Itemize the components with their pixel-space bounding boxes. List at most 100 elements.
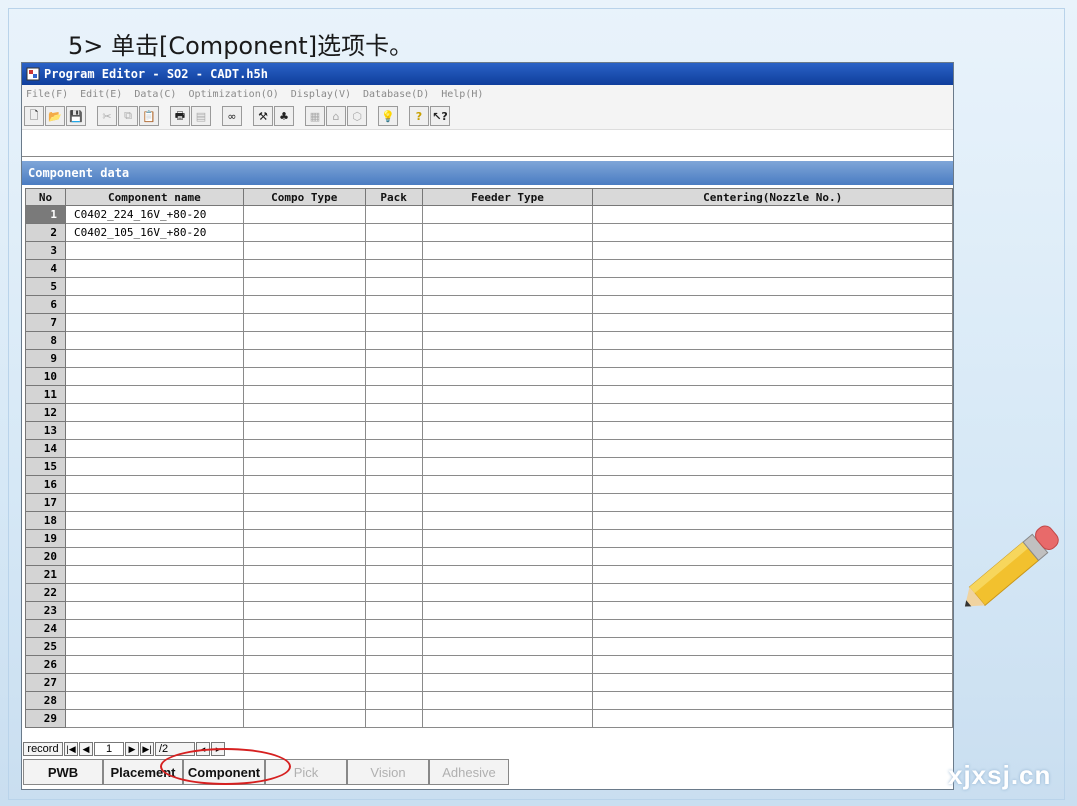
tab-vision[interactable]: Vision	[347, 759, 429, 785]
cell-pack[interactable]	[364, 349, 423, 368]
cell-centering[interactable]	[592, 205, 953, 224]
cell-feeder-type[interactable]	[421, 241, 594, 260]
table-row[interactable]: 29	[25, 709, 953, 728]
cell-compo-type[interactable]	[242, 493, 366, 512]
print-icon[interactable]: 🖶	[170, 106, 190, 126]
cell-feeder-type[interactable]	[421, 367, 594, 386]
table-row[interactable]: 12	[25, 403, 953, 422]
cell-compo-type[interactable]	[242, 205, 366, 224]
cell-centering[interactable]	[592, 331, 953, 350]
cell-component-name[interactable]	[64, 259, 244, 278]
cell-feeder-type[interactable]	[421, 601, 594, 620]
cell-feeder-type[interactable]	[421, 583, 594, 602]
row-number[interactable]: 14	[25, 439, 66, 458]
cell-feeder-type[interactable]	[421, 493, 594, 512]
cell-compo-type[interactable]	[242, 367, 366, 386]
cell-component-name[interactable]: C0402_105_16V_+80-20	[64, 223, 244, 242]
open-folder-icon[interactable]: 📂	[45, 106, 65, 126]
cell-compo-type[interactable]	[242, 385, 366, 404]
cell-pack[interactable]	[364, 691, 423, 710]
cell-compo-type[interactable]	[242, 277, 366, 296]
cell-compo-type[interactable]	[242, 565, 366, 584]
table-row[interactable]: 5	[25, 277, 953, 296]
cell-compo-type[interactable]	[242, 691, 366, 710]
row-number[interactable]: 17	[25, 493, 66, 512]
row-number[interactable]: 28	[25, 691, 66, 710]
table-row[interactable]: 16	[25, 475, 953, 494]
row-number[interactable]: 9	[25, 349, 66, 368]
cell-compo-type[interactable]	[242, 529, 366, 548]
table-row[interactable]: 11	[25, 385, 953, 404]
cell-feeder-type[interactable]	[421, 529, 594, 548]
cell-compo-type[interactable]	[242, 583, 366, 602]
copy-icon[interactable]: ⧉	[118, 106, 138, 126]
cell-feeder-type[interactable]	[421, 457, 594, 476]
cell-centering[interactable]	[592, 547, 953, 566]
tab-adhesive[interactable]: Adhesive	[429, 759, 509, 785]
cell-pack[interactable]	[364, 565, 423, 584]
table-row[interactable]: 28	[25, 691, 953, 710]
row-number[interactable]: 24	[25, 619, 66, 638]
cell-centering[interactable]	[592, 367, 953, 386]
teach-icon[interactable]: ♣	[274, 106, 294, 126]
cell-component-name[interactable]	[64, 583, 244, 602]
row-number[interactable]: 3	[25, 241, 66, 260]
row-number[interactable]: 26	[25, 655, 66, 674]
row-number[interactable]: 27	[25, 673, 66, 692]
cell-centering[interactable]	[592, 385, 953, 404]
cell-pack[interactable]	[364, 655, 423, 674]
cell-compo-type[interactable]	[242, 421, 366, 440]
menu-display[interactable]: Display(V)	[291, 89, 351, 100]
table-row[interactable]: 26	[25, 655, 953, 674]
cell-pack[interactable]	[364, 241, 423, 260]
table-row[interactable]: 23	[25, 601, 953, 620]
cell-compo-type[interactable]	[242, 313, 366, 332]
cell-pack[interactable]	[364, 439, 423, 458]
table-row[interactable]: 10	[25, 367, 953, 386]
cell-pack[interactable]	[364, 385, 423, 404]
cell-component-name[interactable]	[64, 241, 244, 260]
cell-centering[interactable]	[592, 493, 953, 512]
cell-component-name[interactable]	[64, 277, 244, 296]
record-number-field[interactable]: 1	[94, 742, 124, 756]
box-icon[interactable]: ⬡	[347, 106, 367, 126]
row-number[interactable]: 15	[25, 457, 66, 476]
cut-icon[interactable]: ✂	[97, 106, 117, 126]
cell-component-name[interactable]	[64, 637, 244, 656]
cell-component-name[interactable]	[64, 673, 244, 692]
cell-component-name[interactable]	[64, 331, 244, 350]
cell-centering[interactable]	[592, 349, 953, 368]
cell-pack[interactable]	[364, 529, 423, 548]
context-help-icon[interactable]: ↖?	[430, 106, 450, 126]
cell-pack[interactable]	[364, 331, 423, 350]
cell-compo-type[interactable]	[242, 511, 366, 530]
cell-pack[interactable]	[364, 709, 423, 728]
next-record-icon[interactable]: ▶	[125, 742, 139, 756]
cell-component-name[interactable]	[64, 565, 244, 584]
row-number[interactable]: 1	[25, 205, 66, 224]
table-row[interactable]: 27	[25, 673, 953, 692]
cell-feeder-type[interactable]	[421, 475, 594, 494]
cell-compo-type[interactable]	[242, 709, 366, 728]
cell-compo-type[interactable]	[242, 457, 366, 476]
cell-centering[interactable]	[592, 223, 953, 242]
cell-feeder-type[interactable]	[421, 385, 594, 404]
cell-feeder-type[interactable]	[421, 421, 594, 440]
cell-compo-type[interactable]	[242, 295, 366, 314]
table-row[interactable]: 8	[25, 331, 953, 350]
table-row[interactable]: 6	[25, 295, 953, 314]
cell-component-name[interactable]	[64, 295, 244, 314]
menu-edit[interactable]: Edit(E)	[80, 89, 122, 100]
grid-icon[interactable]: ▦	[305, 106, 325, 126]
cell-pack[interactable]	[364, 259, 423, 278]
row-number[interactable]: 22	[25, 583, 66, 602]
cell-feeder-type[interactable]	[421, 709, 594, 728]
print-preview-icon[interactable]: ▤	[191, 106, 211, 126]
table-row[interactable]: 22	[25, 583, 953, 602]
cell-feeder-type[interactable]	[421, 673, 594, 692]
table-row[interactable]: 2 C0402_105_16V_+80-20	[25, 223, 953, 242]
cell-centering[interactable]	[592, 277, 953, 296]
cell-pack[interactable]	[364, 637, 423, 656]
cell-component-name[interactable]	[64, 529, 244, 548]
cell-pack[interactable]	[364, 457, 423, 476]
